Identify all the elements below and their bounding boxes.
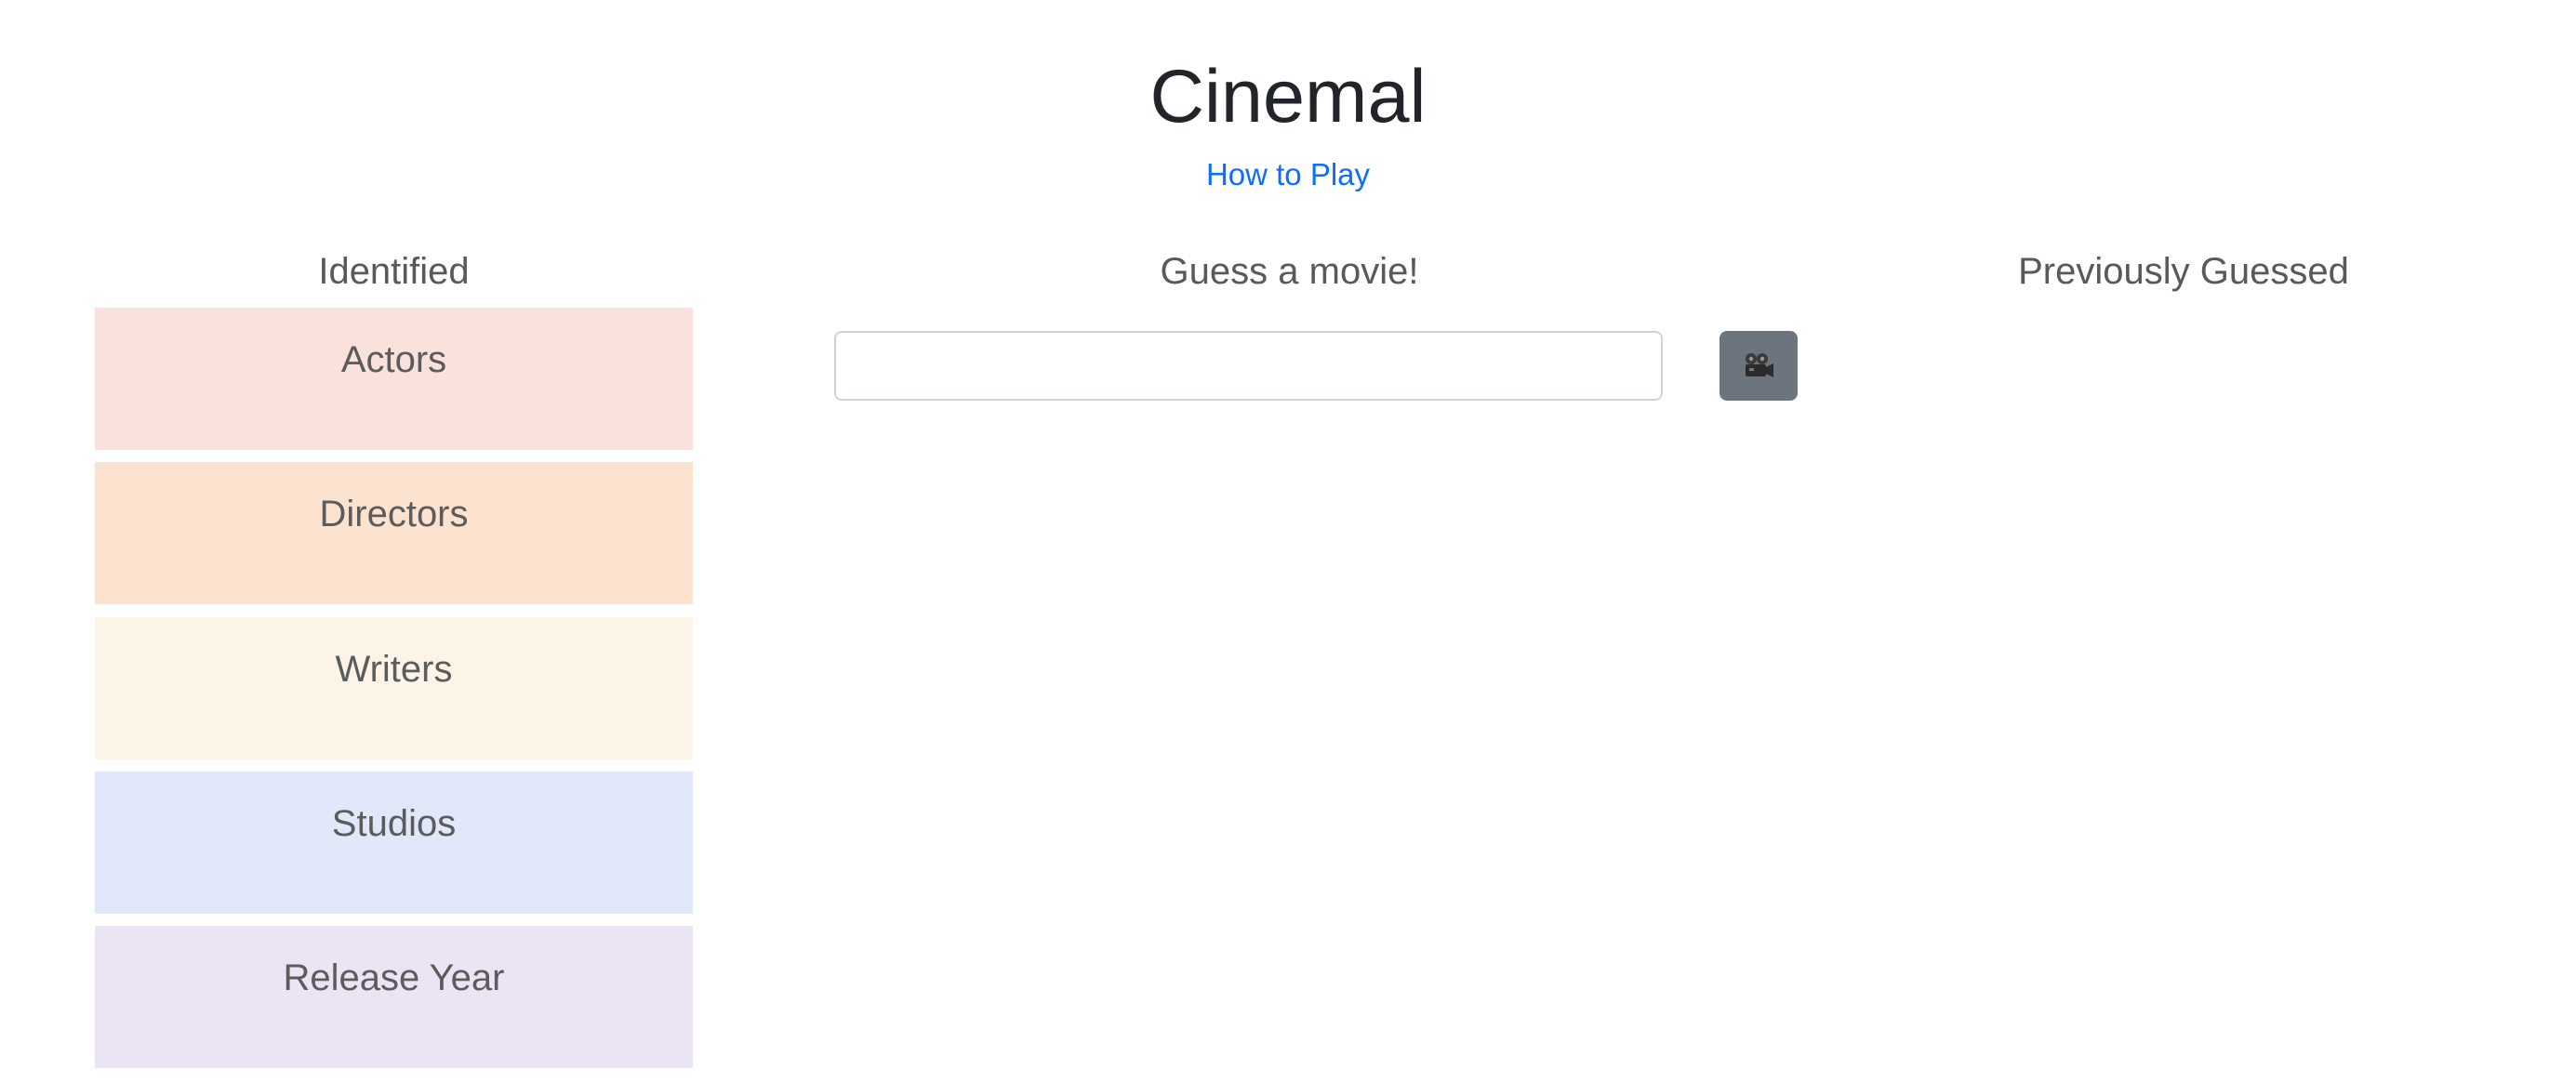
category-writers: Writers (95, 617, 693, 759)
submit-guess-button[interactable] (1720, 331, 1798, 401)
movie-camera-icon (1743, 352, 1774, 380)
category-label: Studios (331, 803, 457, 844)
movie-guess-input[interactable] (834, 331, 1663, 401)
category-label: Release Year (283, 957, 505, 998)
category-label: Actors (340, 339, 447, 380)
category-label: Directors (319, 494, 469, 534)
category-release-year: Release Year (95, 926, 693, 1068)
category-directors: Directors (95, 462, 693, 604)
how-to-play-link[interactable]: How to Play (1206, 157, 1370, 191)
page-title: Cinemal (1149, 55, 1427, 139)
previously-guessed-heading: Previously Guessed (2018, 251, 2349, 292)
category-actors: Actors (95, 308, 693, 450)
guess-heading: Guess a movie! (1160, 251, 1419, 292)
identified-heading: Identified (318, 251, 470, 292)
how-to-play-container: How to Play (0, 156, 2576, 193)
category-label: Writers (335, 649, 453, 690)
category-studios: Studios (95, 772, 693, 914)
